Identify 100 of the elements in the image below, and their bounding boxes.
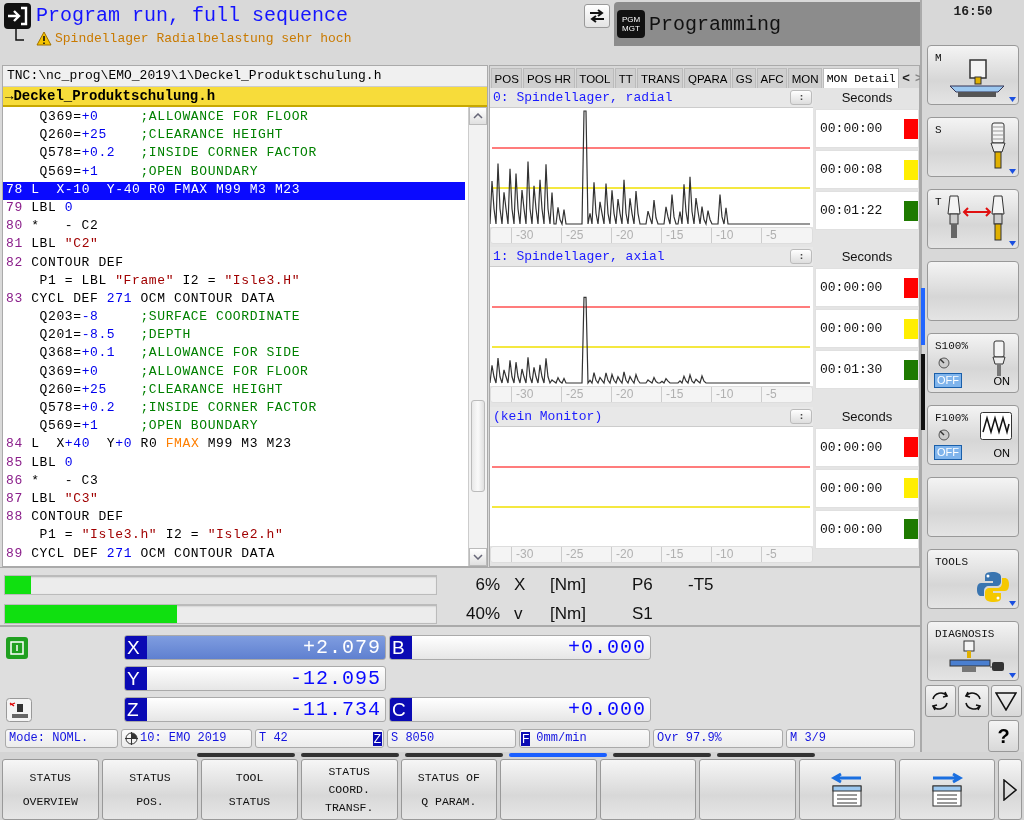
status-tab[interactable]: TRANS [637, 68, 684, 88]
monitor-title: 1: Spindellager, axial [492, 249, 665, 265]
code-line[interactable]: 79 LBL 0 [3, 199, 465, 219]
column-heading: Seconds [840, 248, 894, 267]
monitor-menu-button[interactable] [790, 408, 812, 424]
code-line[interactable]: 86 * - C3 [3, 472, 465, 491]
monitor-menu-button[interactable] [790, 249, 812, 265]
code-line[interactable]: P1 = "Isle3.h" I2 = "Isle2.h" [3, 527, 465, 546]
swap-arrows-icon [588, 9, 606, 23]
axis-label: -10 [716, 546, 734, 561]
code-line[interactable]: Q578=+0.2 ;INSIDE CORNER FACTOR [3, 145, 465, 164]
softkey[interactable]: STATUS POS. [101, 759, 199, 820]
switch-mode-button[interactable] [584, 4, 610, 28]
code-line[interactable]: 87 LBL "C3" [3, 490, 465, 510]
code-line[interactable]: 82 CONTOUR DEF [3, 254, 465, 273]
code-line[interactable]: Q369=+0 ;ALLOWANCE FOR FLOOR [3, 363, 465, 382]
side-softkey[interactable]: DIAGNOSIS [927, 621, 1019, 681]
code-line[interactable]: Q569=+1 ;OPEN BOUNDARY [3, 418, 465, 437]
status-tab[interactable]: TT [615, 68, 637, 88]
spindle-field: S 8050 [387, 729, 516, 748]
scrollbar-thumb[interactable] [471, 400, 485, 492]
on-state-label: ON [992, 447, 1011, 460]
file-path: TNC:\nc_prog\EMO_2019\1\Deckel_Produktschulung.h [3, 66, 487, 87]
code-line[interactable]: 80 * - C2 [3, 218, 465, 237]
softkey[interactable]: STATUS COORD. TRANSF. [300, 759, 398, 820]
side-softkey[interactable] [927, 261, 1019, 321]
scroll-up-icon [473, 113, 483, 119]
code-line[interactable]: Q369=+0 ;ALLOWANCE FOR FLOOR [3, 109, 465, 128]
column-heading: Seconds [840, 89, 894, 107]
side-softkey[interactable]: T [927, 189, 1019, 249]
override-field: Ovr 97.9% [653, 729, 783, 748]
status-tab[interactable]: QPARA [684, 68, 732, 88]
code-line[interactable]: 81 LBL "C2" [3, 236, 465, 255]
axis-label: -5 [766, 546, 777, 561]
empty-softkey[interactable] [599, 759, 697, 820]
axis-label: -10 [716, 387, 734, 402]
axis-label: -5 [766, 387, 777, 402]
next-softkeys-button[interactable] [998, 759, 1023, 820]
softkey[interactable]: STATUS OVERVIEW [2, 759, 99, 820]
axis-label: -15 [666, 228, 684, 242]
side-softkey[interactable] [927, 477, 1019, 537]
axis-label: -20 [616, 387, 634, 402]
mode-title: Program run, full sequence [36, 3, 350, 29]
softkey[interactable]: TOOL STATUS [201, 759, 298, 820]
status-tab[interactable]: AFC [756, 68, 788, 88]
back-softkey[interactable] [799, 759, 896, 820]
side-softkey[interactable]: TOOLS [927, 549, 1019, 609]
pgm-mgt-key[interactable]: PGM MGT [617, 10, 645, 38]
code-line[interactable]: Q260=+25 ;CLEARANCE HEIGHT [3, 127, 465, 146]
axis-label: -25 [566, 546, 584, 561]
axis-name: v [513, 603, 524, 624]
softkey[interactable]: STATUS OF Q PARAM. [400, 759, 498, 820]
status-tab[interactable]: POS [491, 68, 523, 88]
code-line[interactable]: 83 CYCL DEF 271 OCM CONTOUR DATA [3, 290, 465, 310]
code-line[interactable]: 88 CONTOUR DEF [3, 509, 465, 528]
side-softkey[interactable]: S [927, 117, 1019, 177]
code-line[interactable]: 84 L X+40 Y+0 R0 FMAX M99 M3 M23 [3, 436, 465, 455]
empty-softkey[interactable] [699, 759, 796, 820]
code-line[interactable]: Q260=+25 ;CLEARANCE HEIGHT [3, 381, 465, 400]
axis-label: -10 [716, 228, 734, 242]
code-line[interactable]: 89 CYCL DEF 271 OCM CONTOUR DATA [3, 545, 465, 564]
axis-label: -5 [766, 228, 777, 242]
connector-icon [15, 29, 24, 41]
status-tab[interactable]: MON Detail [823, 68, 900, 88]
load-percent: 6% [474, 574, 500, 595]
forward-softkey[interactable] [898, 759, 996, 820]
axis-label: -30 [516, 228, 534, 242]
monitor-menu-button[interactable] [790, 90, 812, 105]
time-value: 00:00:00 [820, 480, 883, 496]
code-line[interactable]: Q578=+0.2 ;INSIDE CORNER FACTOR [3, 400, 465, 419]
status-tab[interactable]: MON [788, 68, 823, 88]
code-line[interactable]: Q368=+0.1 ;ALLOWANCE FOR SIDE [3, 345, 465, 364]
code-line[interactable]: Q203=-8 ;SURFACE COORDINATE [3, 309, 465, 328]
code-line[interactable]: 85 LBL 0 [3, 454, 465, 473]
axis-position-field: Y -12.095 [124, 666, 386, 691]
status-tab[interactable]: TOOL [575, 68, 615, 88]
axis-position-field: B +0.000 [389, 635, 651, 660]
code-line[interactable]: Q569=+1 ;OPEN BOUNDARY [3, 163, 465, 182]
side-softkey[interactable]: F100% OFF ON [927, 405, 1019, 465]
small-softkey[interactable] [990, 685, 1022, 717]
programming-mode-tab[interactable]: PGM MGT Programming [614, 2, 920, 46]
machine-icon [6, 697, 32, 722]
empty-softkey[interactable] [500, 759, 597, 820]
help-button[interactable]: ? [988, 720, 1019, 752]
dial-icon [937, 428, 951, 442]
status-tab[interactable]: POS HR [523, 68, 575, 88]
tab-scroll-arrow[interactable]: < [900, 68, 912, 88]
side-softkey[interactable]: M [927, 45, 1019, 105]
side-softkey[interactable]: S100% OFF ON [927, 333, 1019, 393]
code-line[interactable]: P1 = LBL "Frame" I2 = "Isle3.H" [3, 272, 465, 291]
program-run-icon [6, 636, 28, 659]
axis-label: -30 [516, 387, 534, 402]
tool-holder-icon [988, 122, 1008, 170]
on-state-label: ON [992, 375, 1011, 388]
status-tab[interactable]: GS [732, 68, 756, 88]
code-line[interactable]: Q201=-8.5 ;DEPTH [3, 327, 465, 346]
triangle-down-icon [995, 691, 1017, 711]
small-softkey[interactable] [957, 685, 989, 717]
small-softkey[interactable] [924, 685, 956, 717]
scrollbar[interactable] [468, 107, 487, 566]
